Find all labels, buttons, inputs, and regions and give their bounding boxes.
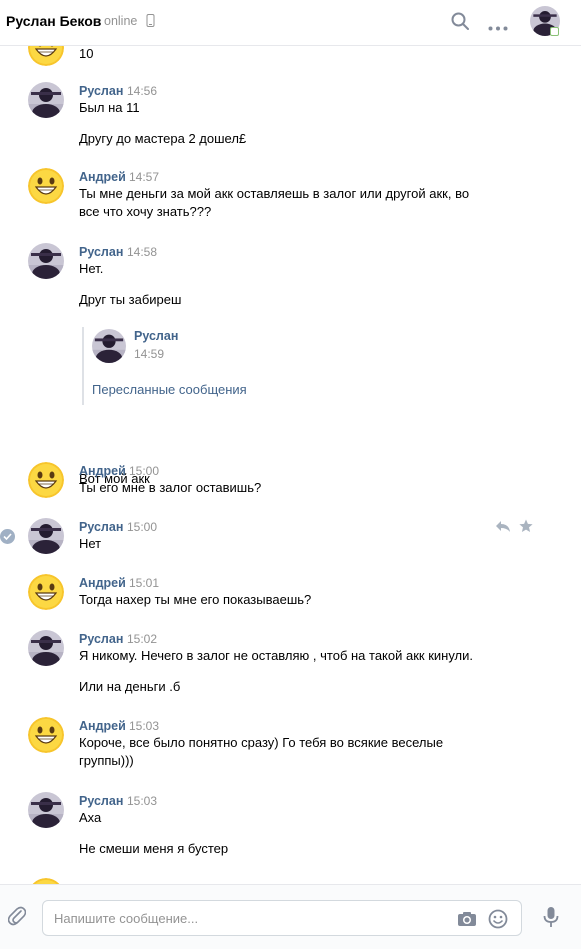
avatar-ruslan[interactable] [28,630,64,666]
reply-icon[interactable] [495,520,511,536]
avatar-ruslan[interactable] [28,82,64,118]
message-time[interactable]: 15:03 [127,794,157,808]
message-text: Аха [79,810,102,825]
message-time[interactable]: 14:56 [127,84,157,98]
message-input-placeholder: Напишите сообщение... [54,911,199,926]
message-author[interactable]: Руслан [79,520,123,534]
message-time[interactable]: 15:00 [127,520,157,534]
chat-title[interactable]: Руслан Беков [6,13,101,29]
message-input[interactable]: Напишите сообщение... [42,900,522,936]
message-composer: Напишите сообщение... [0,884,581,949]
smile-icon[interactable] [488,909,508,932]
message-text: Или на деньги .б [79,679,181,694]
online-status: online [104,14,138,28]
message-text: Не смеши меня я бустер [79,841,229,856]
forwarded-author[interactable]: Руслан [134,329,178,343]
message-time[interactable]: 15:01 [129,576,159,590]
avatar-andrey[interactable] [28,574,64,610]
forwarded-messages-link[interactable]: Пересланные сообщения [92,382,247,397]
avatar-andrey[interactable] [28,717,64,753]
message-text: 10 [79,46,94,61]
avatar-andrey[interactable] [28,46,64,66]
message-author[interactable]: Андрей [79,576,126,590]
message-author[interactable]: Андрей [79,170,126,184]
message-time[interactable]: 15:02 [127,632,157,646]
message-text: Ты его мне в залог оставишь? [79,480,262,495]
message-text: все что хочу знать??? [79,204,212,219]
message-text: Ты мне деньги за мой акк оставляешь в за… [79,186,470,201]
microphone-icon[interactable] [543,906,559,931]
message-text: Другу до мастера 2 дошел£ [79,131,247,146]
chat-header: Руслан Беков online [0,0,581,46]
message-time[interactable]: 15:00 [129,464,159,478]
search-icon[interactable] [451,12,469,33]
message-time[interactable]: 14:58 [127,245,157,259]
message-text: Друг ты забиреш [79,292,182,307]
avatar-andrey[interactable] [28,462,64,498]
forwarded-message[interactable]: Руслан 14:59 Пересланные сообщения [82,327,382,405]
message-text: группы))) [79,753,134,768]
online-mobile-badge [550,27,559,36]
avatar-andrey[interactable] [28,168,64,204]
select-check-icon[interactable] [0,529,15,544]
message-text: Нет. [79,261,104,276]
star-icon[interactable] [519,519,533,536]
mobile-icon [146,14,155,30]
message-text: Был на 11 [79,100,140,115]
message-author[interactable]: Руслан [79,794,123,808]
more-icon[interactable] [488,19,508,34]
message-author[interactable]: Руслан [79,245,123,259]
message-text: Я никому. Нечего в залог не оставляю , ч… [79,648,474,663]
message-time[interactable]: 15:03 [129,719,159,733]
message-author[interactable]: Андрей [79,719,126,733]
camera-icon[interactable] [457,911,477,930]
message-author[interactable]: Руслан [79,84,123,98]
avatar-ruslan[interactable] [28,792,64,828]
avatar-ruslan[interactable] [28,518,64,554]
message-text: Тогда нахер ты мне его показываешь? [79,592,312,607]
message-text: Короче, все было понятно сразу) Го тебя … [79,735,444,750]
message-author[interactable]: Андрей [79,464,126,478]
paperclip-icon[interactable] [7,905,27,930]
message-text: Нет [79,536,102,551]
avatar-ruslan[interactable] [28,243,64,279]
message-time[interactable]: 14:57 [129,170,159,184]
forwarded-avatar[interactable] [92,329,126,363]
forwarded-time: 14:59 [134,347,165,361]
message-author[interactable]: Руслан [79,632,123,646]
message-history[interactable]: 10 Руслан 14:56 Был на 11 Другу до масте… [0,46,581,884]
